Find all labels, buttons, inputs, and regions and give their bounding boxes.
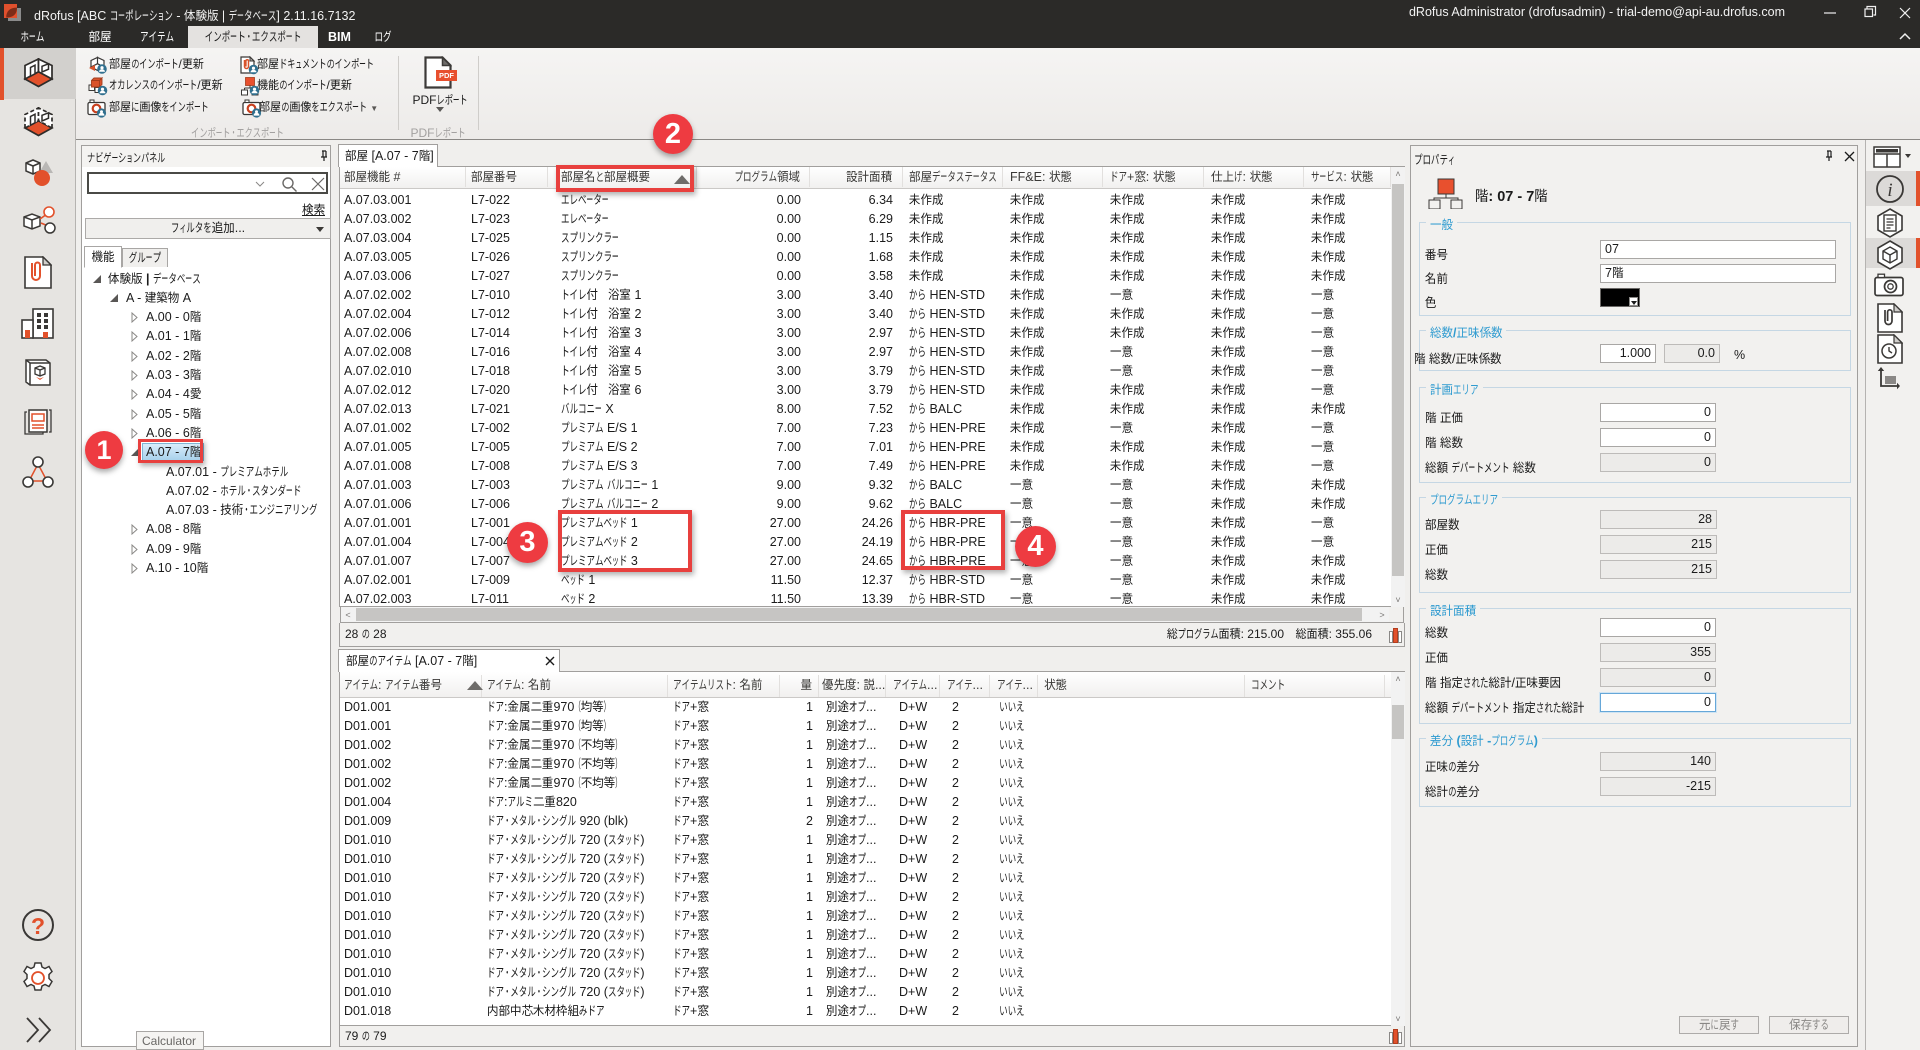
svg-text:i: i — [1887, 180, 1892, 201]
